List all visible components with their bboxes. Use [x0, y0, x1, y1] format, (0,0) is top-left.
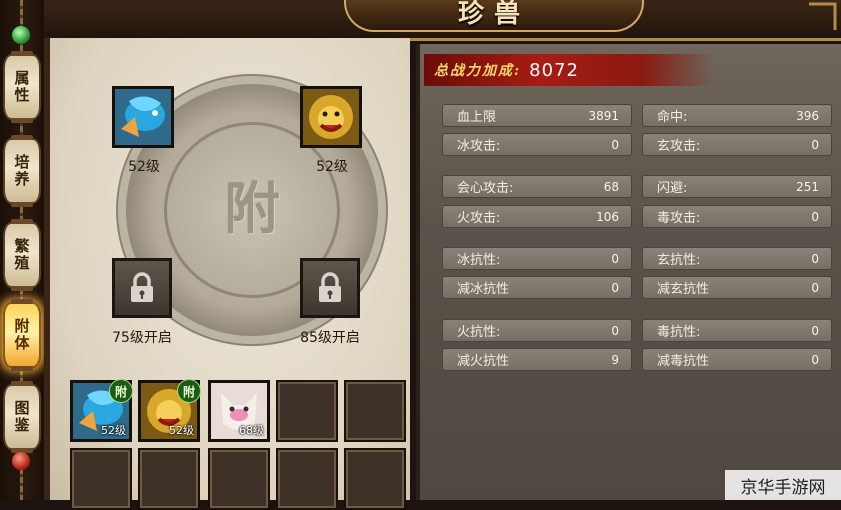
stat-value: 3891 — [588, 108, 619, 123]
stat-row: 冰抗性: 0 — [442, 247, 632, 270]
stat-row: 玄攻击: 0 — [642, 133, 832, 156]
stat-value: 251 — [796, 179, 819, 194]
attach-slot-1-level: 52级 — [128, 159, 160, 175]
stat-value: 68 — [603, 179, 619, 194]
inventory-slot-empty[interactable] — [344, 448, 406, 510]
inventory-slot-empty[interactable] — [208, 448, 270, 510]
stat-value: 9 — [611, 352, 619, 367]
tab-label: 培养 — [12, 154, 31, 188]
stat-name: 毒抗性: — [657, 325, 701, 340]
attached-badge: 附 — [177, 379, 201, 403]
stat-value: 0 — [811, 352, 819, 367]
watermark: 京华手游网 — [725, 470, 841, 500]
tab-label: 附体 — [12, 318, 31, 352]
inventory-slot-empty[interactable] — [70, 448, 132, 510]
stat-name: 玄攻击: — [657, 139, 701, 154]
stat-row: 会心攻击: 68 — [442, 175, 632, 198]
stat-row: 减冰抗性 0 — [442, 276, 632, 299]
title-plate: 珍兽 — [344, 0, 644, 32]
stat-row: 命中: 396 — [642, 104, 832, 127]
attach-slot-3-locked[interactable] — [112, 258, 172, 318]
stat-name: 减冰抗性 — [457, 282, 510, 297]
tab-rail: 属性 培养 繁殖 附体 图鉴 — [0, 0, 44, 500]
window-title: 珍兽 — [457, 0, 530, 29]
stat-row: 减毒抗性 0 — [642, 348, 832, 371]
stat-row: 闪避: 251 — [642, 175, 832, 198]
disc-glyph: 附 — [224, 176, 280, 242]
attach-slot-4-locked[interactable] — [300, 258, 360, 318]
tab-label: 图鉴 — [12, 400, 31, 434]
stat-name: 火抗性: — [457, 325, 501, 340]
stat-row: 血上限 3891 — [442, 104, 632, 127]
tab-breed[interactable]: 繁殖 — [3, 219, 41, 291]
stat-row: 减火抗性 9 — [442, 348, 632, 371]
inventory-slot[interactable]: 68级 — [208, 380, 270, 442]
stat-name: 闪避: — [657, 181, 688, 196]
attached-badge: 附 — [109, 379, 133, 403]
stat-row: 火抗性: 0 — [442, 319, 632, 342]
tab-attach[interactable]: 附体 — [3, 299, 41, 371]
stat-name: 冰抗性: — [457, 253, 501, 268]
blue-fish-pet-icon — [115, 89, 171, 145]
attach-slot-1[interactable] — [112, 86, 174, 148]
inventory-slot-empty[interactable] — [276, 380, 338, 442]
stat-value: 0 — [811, 137, 819, 152]
stat-name: 会心攻击: — [457, 181, 514, 196]
stat-name: 冰攻击: — [457, 139, 501, 154]
stat-value: 0 — [811, 209, 819, 224]
inventory-slot-empty[interactable] — [344, 380, 406, 442]
stat-row: 减玄抗性 0 — [642, 276, 832, 299]
inventory-slot-empty[interactable] — [138, 448, 200, 510]
stat-row: 毒抗性: 0 — [642, 319, 832, 342]
stat-value: 0 — [611, 280, 619, 295]
stat-value: 106 — [596, 209, 619, 224]
golden-lion-pet-icon — [303, 89, 359, 145]
stat-value: 0 — [811, 280, 819, 295]
attach-slot-2-level: 52级 — [316, 159, 348, 175]
red-bead-icon — [12, 452, 30, 470]
inventory-slot-empty[interactable] — [276, 448, 338, 510]
tab-label: 繁殖 — [12, 238, 31, 272]
power-value: 8072 — [529, 59, 579, 81]
stat-row: 冰攻击: 0 — [442, 133, 632, 156]
stat-row: 火攻击: 106 — [442, 205, 632, 228]
stat-name: 命中: — [657, 110, 688, 125]
title-bar: 珍兽 — [44, 0, 841, 41]
item-level: 52级 — [169, 424, 194, 437]
power-label: 总战力加成: — [434, 63, 522, 79]
stat-name: 火攻击: — [457, 211, 501, 226]
jade-bead-icon — [12, 26, 30, 44]
stat-value: 0 — [611, 137, 619, 152]
lock-icon — [319, 272, 341, 302]
tab-cultivate[interactable]: 培养 — [3, 135, 41, 207]
stat-value: 0 — [811, 323, 819, 338]
stat-name: 毒攻击: — [657, 211, 701, 226]
stat-value: 0 — [611, 251, 619, 266]
attach-panel: 附 52级 52级 75级开启 85级开启 附 52级 附 52级 68级 — [44, 38, 410, 510]
attach-slot-4-unlock-label: 85级开启 — [300, 330, 360, 346]
stat-value: 0 — [811, 251, 819, 266]
stat-name: 减玄抗性 — [657, 282, 710, 297]
frame-corner-ornament — [801, 0, 841, 34]
inventory-slot[interactable]: 附 52级 — [138, 379, 201, 442]
stat-name: 玄抗性: — [657, 253, 701, 268]
tab-attributes[interactable]: 属性 — [3, 51, 41, 123]
attach-slot-3-unlock-label: 75级开启 — [112, 330, 172, 346]
stat-name: 减火抗性 — [457, 354, 510, 369]
stat-row: 毒攻击: 0 — [642, 205, 832, 228]
item-level: 52级 — [101, 424, 126, 437]
stat-value: 0 — [611, 323, 619, 338]
item-level: 68级 — [239, 424, 264, 437]
tab-label: 属性 — [12, 70, 31, 104]
power-banner: 总战力加成: 8072 — [424, 54, 714, 86]
stats-panel: 总战力加成: 8072 血上限 3891 命中: 396 冰攻击: 0 玄攻击: 0 会… — [416, 44, 841, 500]
inventory-slot[interactable]: 附 52级 — [70, 379, 133, 442]
lock-icon — [131, 272, 153, 302]
stat-row: 玄抗性: 0 — [642, 247, 832, 270]
tab-handbook[interactable]: 图鉴 — [3, 381, 41, 453]
stat-name: 减毒抗性 — [657, 354, 710, 369]
attach-slot-2[interactable] — [300, 86, 362, 148]
stat-name: 血上限 — [457, 110, 497, 125]
stat-value: 396 — [796, 108, 819, 123]
